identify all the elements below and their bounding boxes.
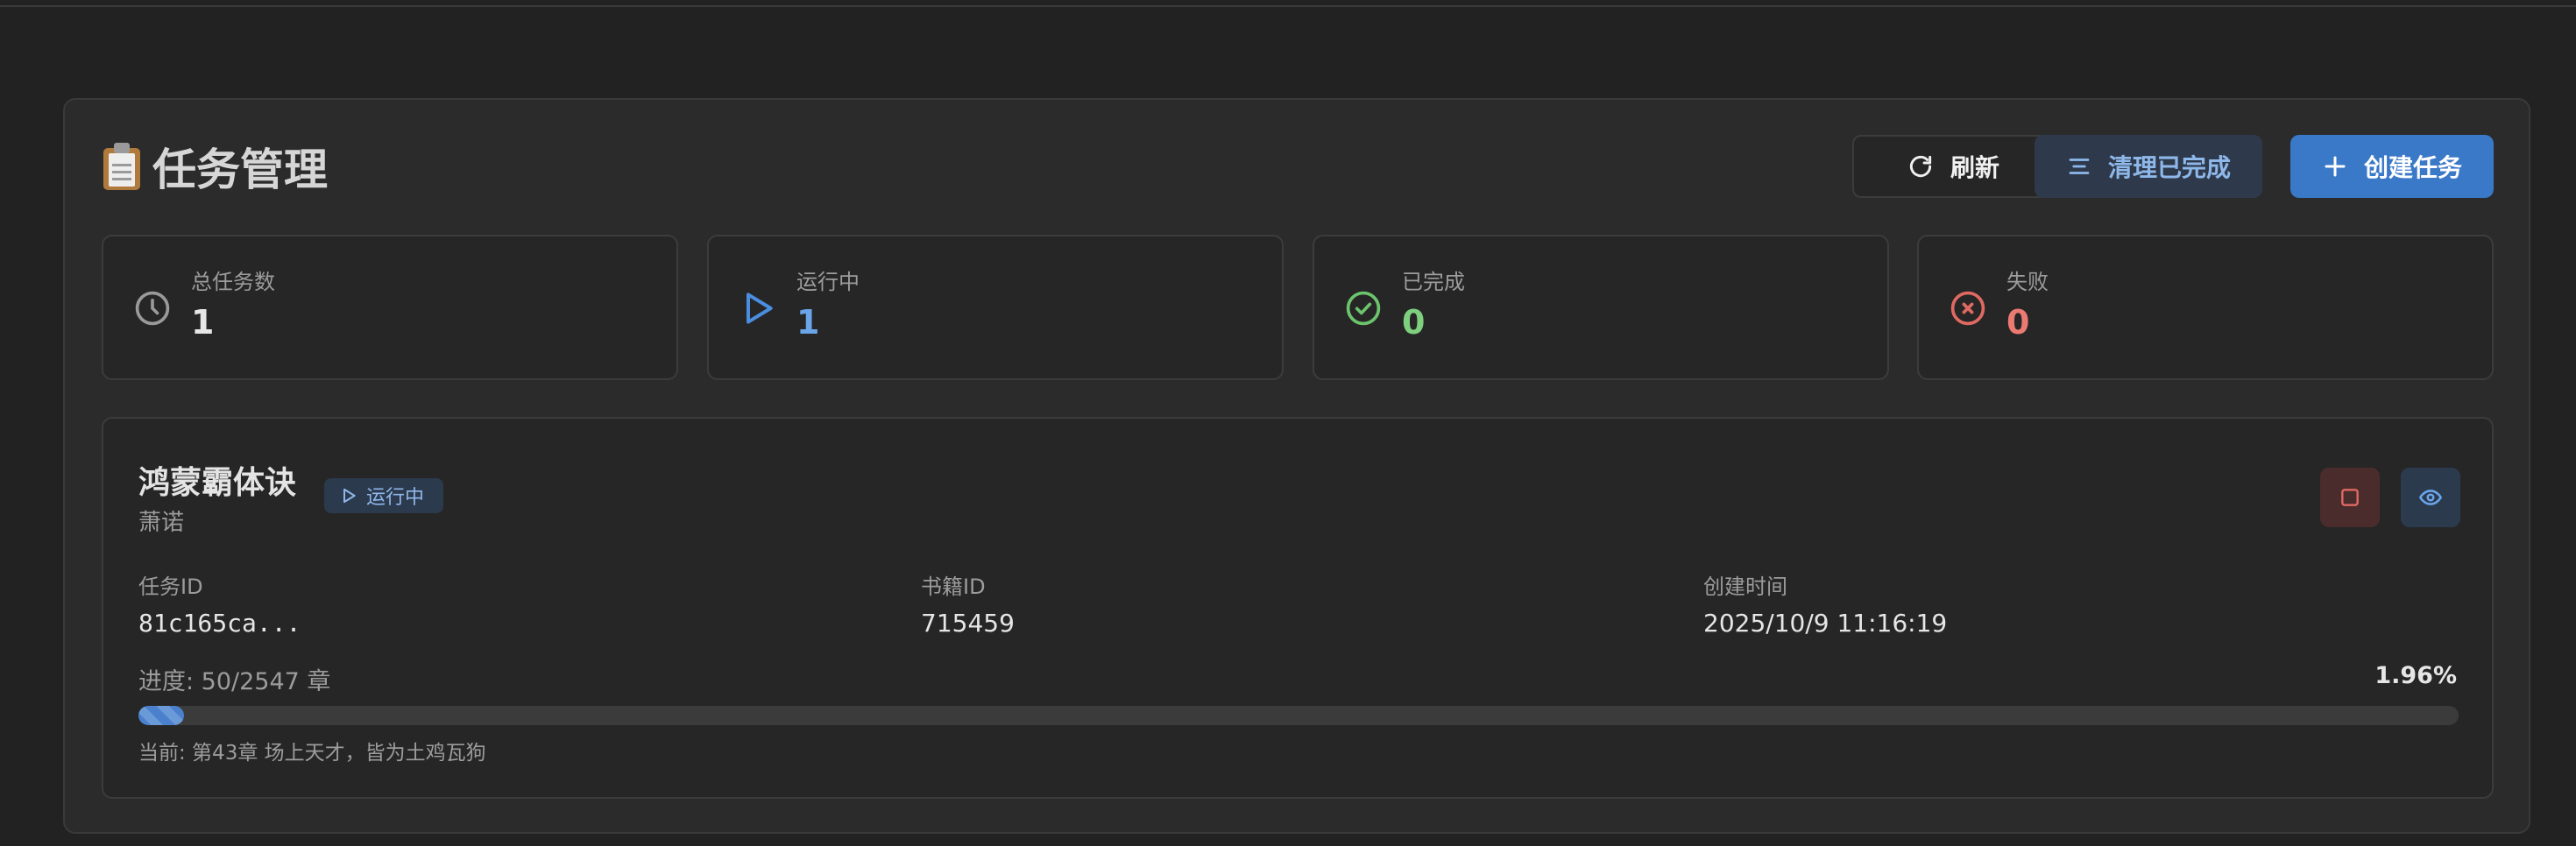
stop-task-button[interactable]: [2320, 468, 2380, 527]
clipboard-icon: [102, 143, 142, 190]
clear-completed-button[interactable]: 清理已完成: [2035, 135, 2262, 198]
refresh-label: 刷新: [1950, 153, 1999, 182]
task-title: 鸿蒙霸体诀: [138, 465, 297, 501]
stat-card-completed: 已完成 0: [1313, 235, 1889, 380]
progress-label: 进度: 50/2547 章: [138, 668, 331, 695]
play-icon: [343, 488, 356, 504]
progress-bar-fill: [138, 706, 184, 725]
stat-card-total: 总任务数 1: [102, 235, 678, 380]
stat-label: 失败: [2006, 270, 2049, 294]
task-card: 鸿蒙霸体诀 萧诺 运行中 任务ID 81c165ca... 书籍ID 71545…: [102, 417, 2494, 799]
stop-icon: [2341, 489, 2359, 506]
check-circle-icon: [1346, 291, 1381, 326]
progress-percent: 1.96%: [2374, 662, 2457, 689]
progress-bar: [138, 706, 2459, 725]
clear-list-icon: [2069, 159, 2090, 174]
stat-value: 0: [2006, 303, 2030, 342]
meta-task-id: 任务ID 81c165ca...: [138, 569, 301, 638]
create-task-button[interactable]: 创建任务: [2290, 135, 2494, 198]
x-circle-icon: [1950, 291, 1985, 326]
meta-value: 715459: [921, 609, 1015, 638]
meta-created-time: 创建时间 2025/10/9 11:16:19: [1703, 569, 1947, 638]
task-author: 萧诺: [138, 510, 185, 536]
status-badge: 运行中: [324, 478, 444, 513]
refresh-icon: [1909, 155, 1932, 178]
view-task-button[interactable]: [2401, 468, 2460, 527]
current-chapter: 当前: 第43章 场上天才，皆为土鸡瓦狗: [138, 742, 486, 765]
meta-book-id: 书籍ID 715459: [921, 569, 1015, 638]
stat-value: 1: [796, 303, 820, 342]
clock-icon: [135, 291, 170, 326]
stat-label: 已完成: [1402, 270, 1465, 294]
meta-key: 任务ID: [138, 575, 203, 599]
page-title-text: 任务管理: [152, 145, 328, 195]
stat-value: 1: [191, 303, 215, 342]
window-top-divider: [0, 5, 2576, 7]
play-icon: [746, 293, 773, 324]
page-title: 任务管理: [102, 135, 328, 198]
stat-card-failed: 失败 0: [1917, 235, 2494, 380]
meta-value: 2025/10/9 11:16:19: [1703, 609, 1948, 638]
create-task-label: 创建任务: [2363, 153, 2462, 182]
stat-value: 0: [1402, 303, 1426, 342]
stat-label: 总任务数: [191, 270, 275, 294]
meta-key: 创建时间: [1703, 575, 1787, 599]
meta-key: 书籍ID: [921, 575, 986, 599]
refresh-button[interactable]: 刷新: [1852, 135, 2054, 198]
status-badge-label: 运行中: [366, 487, 425, 509]
plus-icon: [2325, 156, 2346, 177]
clear-completed-label: 清理已完成: [2107, 153, 2231, 182]
eye-icon: [2419, 490, 2442, 505]
meta-value: 81c165ca...: [138, 609, 301, 638]
task-management-panel: 任务管理 刷新 清理已完成 创建任务 总任务数 1 运行中 1 已完成 0 失败…: [63, 98, 2530, 834]
stat-label: 运行中: [796, 270, 860, 294]
stat-card-running: 运行中 1: [707, 235, 1284, 380]
